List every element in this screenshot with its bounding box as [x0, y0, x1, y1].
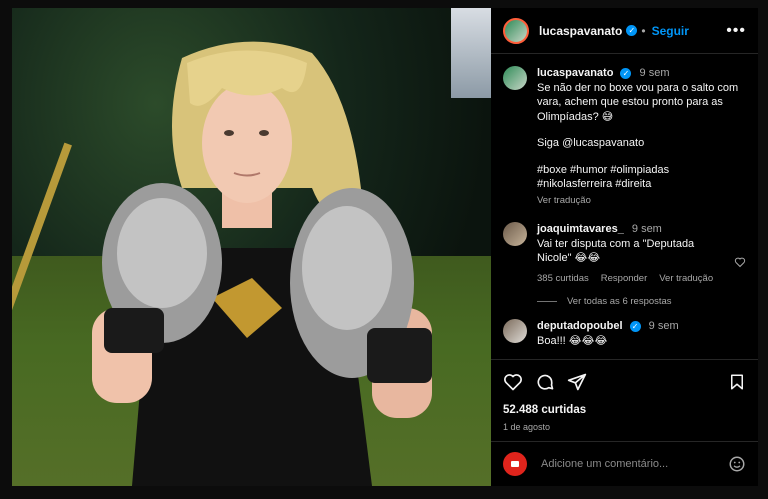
- caption-avatar[interactable]: [503, 66, 527, 90]
- comment-likes[interactable]: 385 curtidas: [537, 272, 589, 287]
- caption-username[interactable]: lucaspavanato: [537, 67, 613, 79]
- caption-mention[interactable]: Siga @lucaspavanato: [537, 136, 746, 151]
- likes-count[interactable]: 52.488 curtidas: [503, 404, 746, 416]
- caption-row: lucaspavanato ✓ 9 sem Se não der no boxe…: [503, 66, 746, 208]
- caption-hashtags[interactable]: #boxe #humor #olimpiadas #nikolasferreir…: [537, 163, 746, 192]
- comment-row: deputadopoubel ✓ 9 sem Boa!!! 😂😂😂: [503, 319, 746, 348]
- heart-icon[interactable]: [503, 372, 523, 392]
- post-photo[interactable]: [12, 8, 491, 486]
- comment-icon[interactable]: [535, 372, 555, 392]
- caption-translate-link[interactable]: Ver tradução: [537, 194, 746, 209]
- comment-avatar[interactable]: [503, 222, 527, 246]
- comment-text: Boa!!! 😂😂😂: [537, 334, 608, 347]
- comment-text: Vai ter disputa com a "Deputada Nicole" …: [537, 237, 695, 265]
- author-username[interactable]: lucaspavanato: [539, 24, 622, 38]
- post-header: lucaspavanato ✓ • Seguir •••: [491, 8, 758, 54]
- separator-dot: •: [641, 23, 646, 38]
- caption-time[interactable]: 9 sem: [640, 67, 670, 79]
- post-date[interactable]: 1 de agosto: [503, 422, 746, 432]
- caption-text: Se não der no boxe vou para o salto com …: [537, 81, 739, 123]
- comment-username[interactable]: joaquimtavares_: [537, 223, 624, 235]
- comment-time[interactable]: 9 sem: [632, 223, 662, 235]
- add-comment-bar: [491, 441, 758, 486]
- view-replies-link[interactable]: Ver todas as 6 respostas: [537, 296, 746, 307]
- verified-icon: ✓: [626, 25, 638, 36]
- comments-scroll-area[interactable]: lucaspavanato ✓ 9 sem Se não der no boxe…: [491, 54, 758, 359]
- comment-translate-link[interactable]: Ver tradução: [659, 272, 713, 287]
- comment-time[interactable]: 9 sem: [649, 320, 679, 332]
- photo-boxer-illustration: [92, 41, 432, 486]
- verified-icon: ✓: [629, 320, 641, 332]
- comment-avatar[interactable]: [503, 319, 527, 343]
- author-avatar[interactable]: [503, 17, 529, 44]
- user-avatar-icon: [511, 461, 519, 467]
- replies-line: [537, 301, 557, 302]
- comment-row: joaquimtavares_ 9 sem Vai ter disputa co…: [503, 222, 746, 286]
- more-options-button[interactable]: •••: [726, 22, 746, 40]
- post-modal: lucaspavanato ✓ • Seguir ••• lucaspavana…: [12, 8, 758, 486]
- user-avatar[interactable]: [503, 452, 527, 476]
- view-replies-label: Ver todas as 6 respostas: [567, 296, 672, 307]
- share-icon[interactable]: [567, 372, 587, 392]
- post-side-panel: lucaspavanato ✓ • Seguir ••• lucaspavana…: [491, 8, 758, 486]
- bookmark-icon[interactable]: [728, 372, 746, 392]
- reply-button[interactable]: Responder: [601, 272, 647, 287]
- comment-input[interactable]: [539, 457, 728, 471]
- emoji-icon[interactable]: [728, 455, 746, 473]
- comment-heart-icon[interactable]: [734, 238, 746, 286]
- comment-username[interactable]: deputadopoubel: [537, 320, 623, 332]
- verified-icon: ✓: [620, 67, 632, 79]
- follow-button[interactable]: Seguir: [652, 24, 689, 38]
